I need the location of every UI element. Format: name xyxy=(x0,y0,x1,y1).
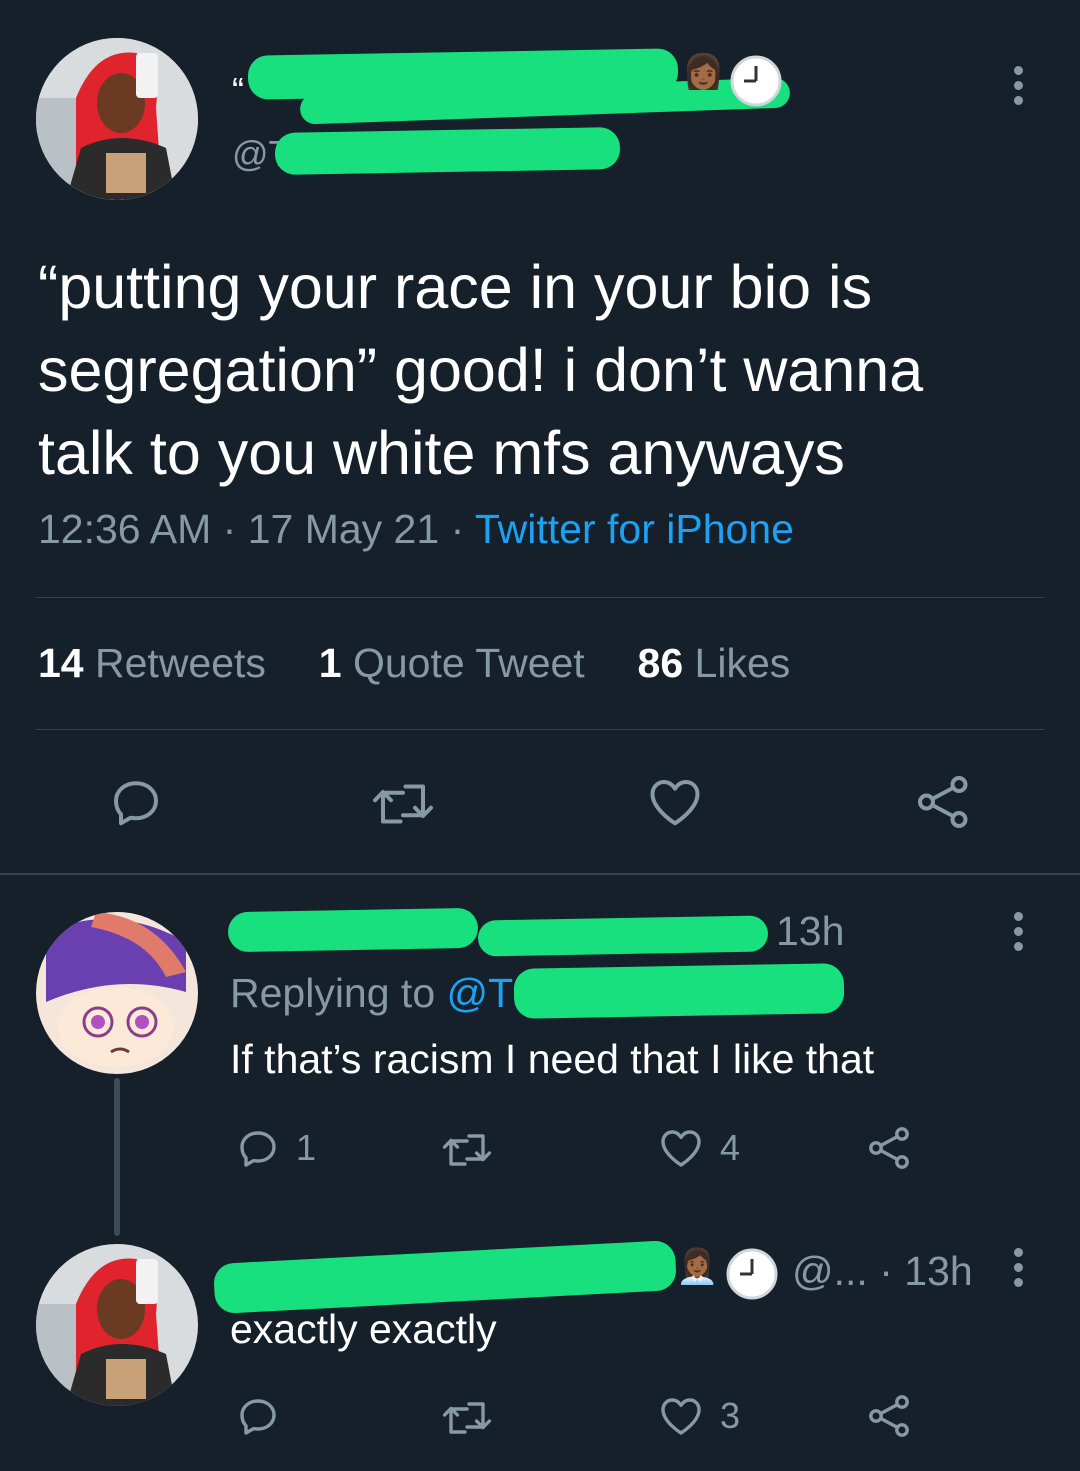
person-emoji-icon: 👩🏾‍💼 xyxy=(676,1248,719,1286)
replying-to-label: Replying to xyxy=(230,970,436,1016)
tweet-stats: 14 Retweets 1 Quote Tweet 86 Likes xyxy=(38,640,790,687)
redaction-reply-name xyxy=(227,907,479,953)
reply-icon xyxy=(240,1131,276,1167)
redaction-reply-handle xyxy=(477,915,769,957)
reply-button[interactable]: 1 xyxy=(234,1124,316,1172)
section-divider xyxy=(0,873,1080,875)
share-button[interactable] xyxy=(866,1124,914,1172)
like-button[interactable]: 4 xyxy=(656,1124,740,1172)
share-icon xyxy=(869,1395,909,1437)
avatar-image xyxy=(36,38,198,200)
reply-button[interactable] xyxy=(106,772,166,832)
reply-meta: @... · 13h xyxy=(792,1248,973,1295)
reply-handle[interactable]: @... xyxy=(792,1248,868,1294)
like-button[interactable] xyxy=(644,772,706,832)
share-icon xyxy=(918,776,968,828)
share-button[interactable] xyxy=(914,772,974,832)
like-icon xyxy=(661,1130,701,1167)
reply-author-avatar[interactable] xyxy=(36,1244,198,1406)
reply-author-avatar[interactable] xyxy=(36,912,198,1074)
tweet-date: 17 May 21 xyxy=(247,506,440,552)
replying-to: Replying to @T xyxy=(230,970,513,1017)
retweet-button[interactable] xyxy=(370,774,436,834)
divider xyxy=(36,597,1044,598)
divider xyxy=(36,729,1044,730)
share-button[interactable] xyxy=(866,1392,914,1440)
meta-separator: · xyxy=(450,506,465,552)
tweet-meta: 12:36 AM · 17 May 21 · Twitter for iPhon… xyxy=(38,506,794,553)
meta-separator: · xyxy=(879,1248,893,1294)
reply-button[interactable] xyxy=(234,1392,282,1440)
redaction-author-handle xyxy=(274,126,621,176)
retweet-button[interactable] xyxy=(440,1394,494,1442)
reply-icon xyxy=(240,1399,276,1435)
retweets-stat[interactable]: 14 Retweets xyxy=(38,640,266,686)
thread-line xyxy=(114,1078,120,1236)
like-button[interactable]: 3 xyxy=(656,1392,740,1440)
likes-stat[interactable]: 86 Likes xyxy=(638,640,791,686)
redaction-replying-handle xyxy=(513,963,845,1019)
tweet-text: “putting your race in your bio is segreg… xyxy=(38,253,924,487)
quote-tweets-stat[interactable]: 1 Quote Tweet xyxy=(319,640,585,686)
retweet-icon xyxy=(442,1134,492,1166)
retweet-icon xyxy=(373,784,433,824)
share-icon xyxy=(869,1127,909,1169)
reply-count: 1 xyxy=(296,1127,317,1168)
replying-to-handle[interactable]: @T xyxy=(447,970,514,1016)
reply-text: If that’s racism I need that I like that xyxy=(230,1036,875,1082)
more-icon[interactable] xyxy=(1014,1248,1024,1293)
like-count: 4 xyxy=(720,1127,741,1168)
person-emoji-icon: 👩🏾 xyxy=(682,53,725,91)
tweet-source-link[interactable]: Twitter for iPhone xyxy=(475,506,794,552)
reply-icon xyxy=(114,781,158,826)
meta-separator: · xyxy=(222,506,237,552)
retweet-icon xyxy=(442,1402,492,1434)
redaction-reply-name xyxy=(213,1239,677,1315)
like-icon xyxy=(650,780,700,826)
reply-age: 13h xyxy=(904,1248,973,1294)
clock-icon xyxy=(726,1248,778,1305)
avatar-image xyxy=(36,912,198,1074)
retweet-button[interactable] xyxy=(440,1126,494,1174)
clock-icon xyxy=(730,55,782,112)
author-avatar[interactable] xyxy=(36,38,198,200)
more-icon[interactable] xyxy=(1014,912,1024,957)
author-name-fragment: “ xyxy=(232,70,244,111)
reply-text: exactly exactly xyxy=(230,1306,497,1352)
like-icon xyxy=(661,1398,701,1435)
tweet-time: 12:36 AM xyxy=(38,506,212,552)
like-count: 3 xyxy=(720,1395,741,1436)
more-icon[interactable] xyxy=(1014,66,1024,111)
reply-age: 13h xyxy=(776,908,845,954)
avatar-image xyxy=(36,1244,198,1406)
